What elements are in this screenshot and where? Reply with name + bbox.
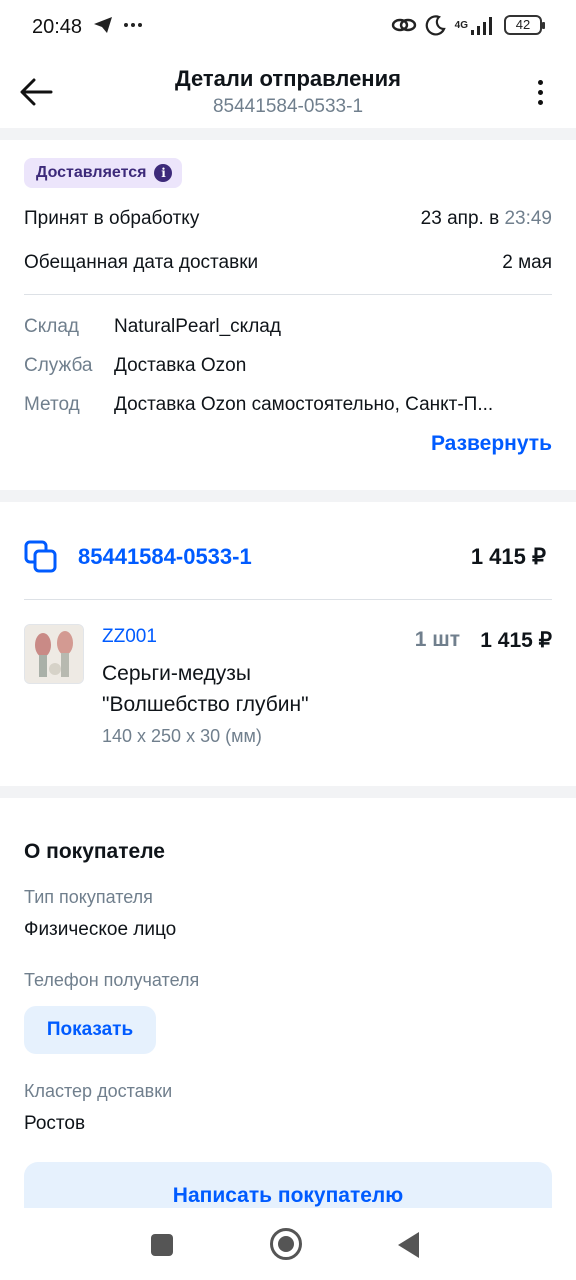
detail-key: Метод [24, 394, 80, 415]
product-name: Серьги-медузы "Волшебство глубин" [102, 662, 309, 716]
detail-value: Доставка Ozon самостоятельно, Санкт-П... [114, 394, 494, 415]
more-dots-icon [124, 23, 142, 27]
section-divider [0, 128, 576, 140]
product-quantity: 1 шт [414, 628, 460, 651]
copy-icon[interactable] [24, 540, 58, 574]
accepted-time: 23:49 [504, 208, 552, 229]
detail-row-warehouse: Склад NaturalPearl_склад [24, 316, 552, 338]
expand-button[interactable]: Развернуть [431, 432, 552, 456]
back-triangle-icon[interactable] [398, 1232, 419, 1258]
section-divider [0, 490, 576, 502]
section-divider [0, 786, 576, 798]
product-thumbnail[interactable] [24, 624, 84, 684]
promised-row: Обещанная дата доставки 2 мая [24, 252, 552, 274]
accepted-date: 23 апр. в [420, 208, 500, 229]
phone-label: Телефон получателя [24, 970, 200, 990]
app-bar: Детали отправления 85441584-0533-1 [0, 56, 576, 128]
detail-value: Доставка Ozon [114, 355, 247, 376]
page-title: Детали отправления [175, 66, 401, 91]
moon-icon [425, 15, 446, 36]
detail-row-method: Метод Доставка Ozon самостоятельно, Санк… [24, 394, 552, 416]
cluster-label: Кластер доставки [24, 1081, 173, 1101]
buyer-type-value: Физическое лицо [24, 919, 177, 940]
info-icon[interactable]: i [154, 164, 173, 182]
divider [24, 599, 552, 600]
system-navigation-bar [0, 1208, 576, 1280]
buyer-type-label: Тип покупателя [24, 887, 153, 907]
earrings-image [25, 625, 83, 683]
detail-key: Склад [24, 316, 79, 337]
status-bar: 20:48 4G 42 [0, 0, 576, 56]
status-badge[interactable]: Доставляется i [24, 158, 183, 188]
promised-label: Обещанная дата доставки [24, 252, 259, 273]
promised-date: 2 мая [502, 252, 552, 273]
home-icon[interactable] [270, 1228, 302, 1260]
page-subtitle: 85441584-0533-1 [212, 96, 364, 117]
telegram-icon [94, 17, 112, 33]
product-sku-link[interactable]: ZZ001 [102, 626, 157, 648]
cluster-value: Ростов [24, 1113, 86, 1134]
product-price: 1 415 ₽ [480, 629, 552, 652]
divider [24, 294, 552, 295]
posting-total: 1 415 ₽ [470, 544, 546, 569]
detail-value: NaturalPearl_склад [114, 316, 281, 337]
more-vertical-icon [537, 79, 543, 85]
recent-apps-icon[interactable] [151, 1234, 173, 1256]
accepted-row: Принят в обработку 23 апр. в 23:49 [24, 208, 552, 230]
status-badge-label: Доставляется [36, 164, 147, 181]
more-menu-button[interactable] [524, 74, 556, 110]
detail-key: Служба [24, 355, 93, 376]
network-type: 4G [454, 19, 468, 31]
posting-number-link[interactable]: 85441584-0533-1 [78, 544, 252, 570]
battery-icon: 42 [504, 15, 545, 35]
show-phone-button[interactable]: Показать [24, 1006, 156, 1054]
status-time: 20:48 [32, 16, 83, 38]
accepted-label: Принят в обработку [24, 208, 200, 229]
buyer-section-title: О покупателе [24, 840, 165, 863]
link-icon [391, 18, 416, 32]
product-dimensions: 140 x 250 x 30 (мм) [102, 726, 262, 746]
detail-row-service: Служба Доставка Ozon [24, 355, 552, 377]
signal-icon [471, 17, 492, 35]
